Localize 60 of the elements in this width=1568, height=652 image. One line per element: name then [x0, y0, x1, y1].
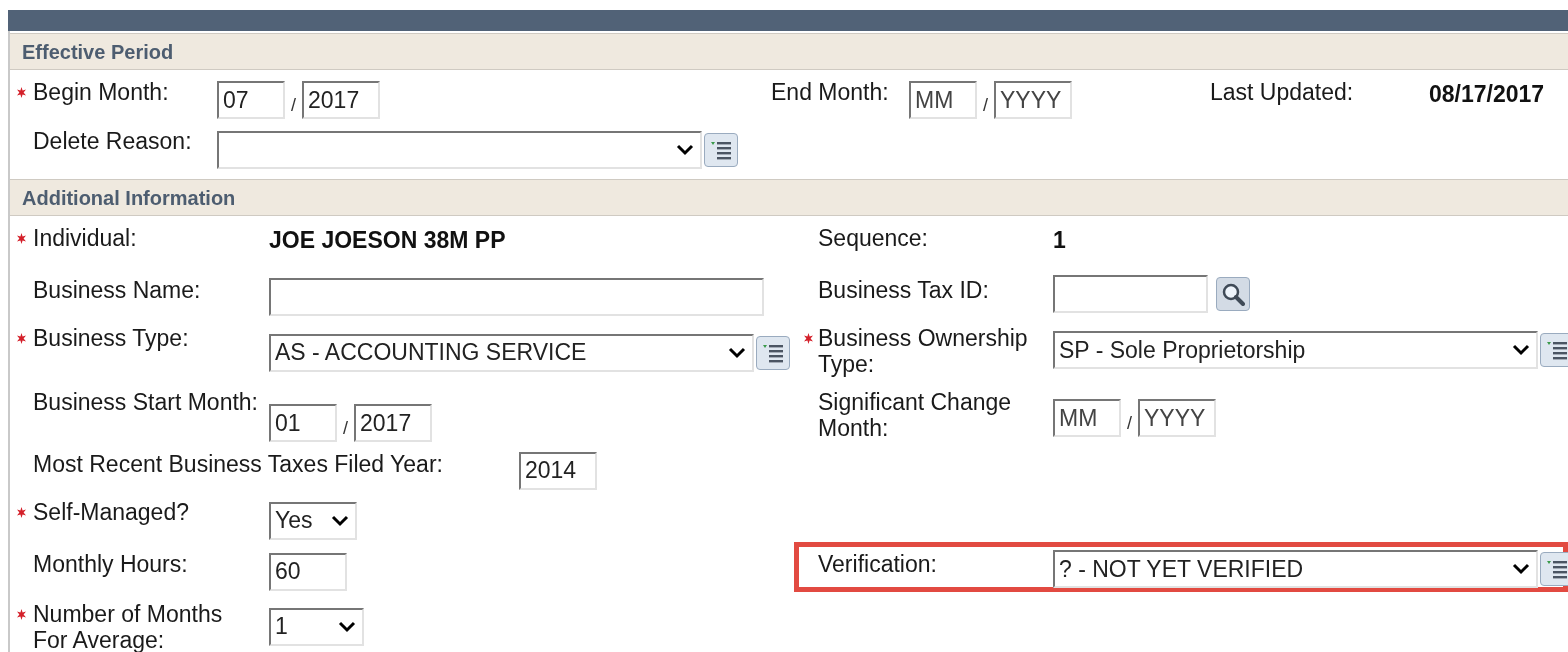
dropdown[interactable]: Yes — [269, 501, 357, 540]
field-label: Significant Change Month: — [818, 389, 1013, 441]
dropdown[interactable]: ? - NOT YET VERIFIED — [1053, 550, 1538, 588]
field-label: Business Name: — [33, 277, 202, 303]
list-button[interactable] — [756, 335, 790, 370]
date-separator: / — [1127, 412, 1132, 435]
date-separator: / — [291, 94, 296, 117]
field-label: Business Tax ID: — [818, 277, 990, 303]
text-field[interactable]: 60 — [269, 552, 347, 591]
dropdown[interactable]: 1 — [269, 607, 364, 646]
field-value: JOE JOESON 38M PP — [269, 226, 506, 255]
field-label: Individual: — [33, 225, 138, 251]
field-label: Business Ownership Type: — [818, 325, 1029, 377]
field-label: Business Start Month: — [33, 389, 259, 415]
list-button[interactable] — [704, 132, 738, 167]
text-field[interactable] — [1053, 275, 1208, 313]
field-label: End Month: — [771, 79, 890, 105]
field-label: Begin Month: — [33, 79, 170, 105]
text-field[interactable] — [269, 277, 764, 316]
text-field[interactable]: 2017 — [354, 404, 432, 442]
caret-icon — [331, 514, 349, 527]
section-header: Effective Period — [10, 33, 1568, 70]
section-header: Additional Information — [10, 179, 1568, 216]
dropdown[interactable]: SP - Sole Proprietorship — [1053, 331, 1538, 369]
caret-icon — [338, 620, 356, 633]
text-field[interactable]: 2017 — [302, 81, 380, 119]
field-label: Self-Managed? — [33, 499, 190, 525]
text-field[interactable]: 01 — [269, 404, 337, 442]
date-separator: / — [343, 417, 348, 440]
text-field[interactable]: YYYY — [994, 81, 1072, 119]
caret-icon — [1512, 563, 1530, 575]
list-icon — [1546, 559, 1568, 579]
search-icon — [1221, 282, 1245, 306]
field-value: 1 — [1053, 226, 1066, 255]
list-icon — [762, 342, 784, 363]
field-label: Last Updated: — [1210, 79, 1355, 105]
field-label: Delete Reason: — [33, 128, 193, 154]
text-field[interactable]: MM — [909, 81, 977, 119]
field-label: Business Type: — [33, 325, 190, 351]
text-field[interactable]: MM — [1053, 399, 1121, 437]
caret-icon — [676, 143, 694, 156]
dropdown[interactable]: AS - ACCOUNTING SERVICE — [269, 333, 754, 372]
list-button[interactable] — [1540, 552, 1568, 586]
field-label: Sequence: — [818, 225, 929, 251]
field-value: 08/17/2017 — [1429, 80, 1545, 109]
text-field[interactable]: YYYY — [1138, 399, 1216, 437]
date-separator: / — [983, 94, 988, 117]
field-label: Number of Months For Average: — [33, 601, 224, 652]
caret-icon — [1512, 344, 1530, 356]
text-field[interactable]: 2014 — [519, 451, 597, 490]
list-button[interactable] — [1540, 333, 1568, 367]
caret-icon — [728, 346, 746, 359]
dropdown[interactable] — [217, 130, 702, 169]
list-icon — [710, 139, 732, 160]
field-label: Verification: — [818, 551, 938, 577]
text-field[interactable]: 07 — [217, 81, 285, 119]
list-icon — [1546, 340, 1568, 360]
search-button[interactable] — [1216, 277, 1250, 311]
field-label: Most Recent Business Taxes Filed Year: — [33, 451, 444, 477]
field-label: Monthly Hours: — [33, 551, 189, 577]
